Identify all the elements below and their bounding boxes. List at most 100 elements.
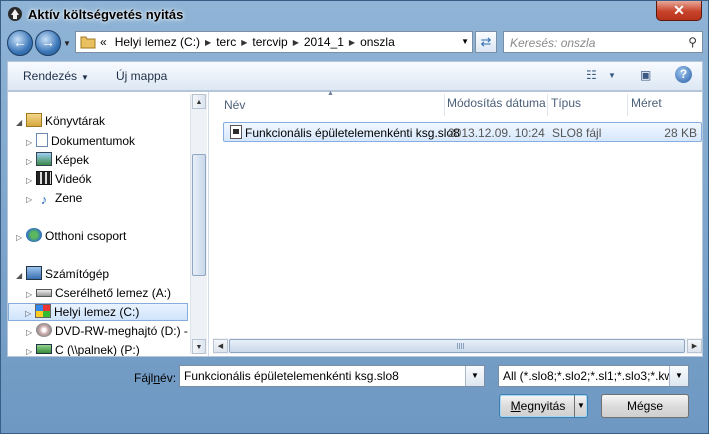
chevron-down-icon: ▼: [81, 73, 89, 82]
collapsed-arrow-icon[interactable]: ▷: [26, 134, 36, 152]
file-row[interactable]: Funkcionális épületelemenkénti ksg.slo8 …: [223, 122, 702, 142]
search-icon[interactable]: ⚲: [688, 35, 697, 49]
breadcrumb-chevron-icon[interactable]: ▶: [348, 38, 356, 47]
new-folder-button[interactable]: Új mappa: [116, 69, 167, 83]
collapsed-arrow-icon[interactable]: ▷: [26, 191, 36, 209]
tree-item-videos[interactable]: ▷ Videók: [26, 170, 91, 188]
help-icon[interactable]: ?: [675, 66, 692, 83]
address-dropdown-icon[interactable]: ▼: [461, 37, 469, 46]
address-bar[interactable]: « Helyi lemez (C:) ▶ terc ▶ tercvip ▶ 20…: [75, 31, 473, 53]
breadcrumb-local-disk[interactable]: Helyi lemez (C:): [111, 35, 204, 49]
navigation-pane[interactable]: ◢ Könyvtárak ▷ Dokumentumok ▷ Képek ▷ Videók…: [8, 92, 209, 356]
breadcrumb-chevron-icon[interactable]: ▶: [240, 38, 248, 47]
dvd-icon: [36, 323, 52, 337]
collapsed-arrow-icon[interactable]: ▷: [26, 286, 36, 304]
file-list[interactable]: ▲ Név Módosítás dátuma Típus Méret Funkc…: [209, 90, 702, 356]
drive-icon: [36, 289, 52, 297]
filename-input[interactable]: Funkcionális épületelemenkénti ksg.slo8 …: [179, 365, 485, 387]
scroll-right-icon[interactable]: ▶: [687, 339, 702, 353]
scroll-thumb[interactable]: [192, 154, 206, 276]
tree-item-documents[interactable]: ▷ Dokumentumok: [26, 132, 135, 150]
scroll-left-icon[interactable]: ◀: [213, 339, 228, 353]
breadcrumb-onszla[interactable]: onszla: [356, 35, 399, 49]
tree-item-local-disk[interactable]: ▷ Helyi lemez (C:): [8, 303, 188, 321]
scroll-down-icon[interactable]: ▼: [192, 339, 206, 354]
filename-label: Fájlnév:: [134, 371, 177, 385]
tree-item-network-drive[interactable]: ▷ C (\\palnek) (P:): [26, 341, 140, 356]
tree-label: C (\\palnek) (P:): [55, 343, 140, 356]
column-divider[interactable]: [444, 94, 445, 116]
open-label: Megnyitás: [510, 399, 566, 413]
close-icon: ✕: [673, 2, 685, 18]
collapsed-arrow-icon[interactable]: ▷: [26, 343, 36, 356]
arrow-left-icon: ←: [13, 34, 27, 50]
view-dropdown-icon[interactable]: ▼: [608, 71, 616, 80]
browser-area: ◢ Könyvtárak ▷ Dokumentumok ▷ Képek ▷ Videók…: [7, 90, 703, 357]
title-bar[interactable]: Aktív költségvetés nyitás ✕: [1, 1, 708, 29]
expanded-arrow-icon[interactable]: ◢: [16, 114, 26, 132]
refresh-icon: ⇄: [480, 34, 492, 49]
documents-icon: [36, 133, 48, 147]
cancel-button[interactable]: Mégse: [601, 394, 689, 418]
breadcrumb-2014-1[interactable]: 2014_1: [300, 35, 348, 49]
grip-icon: [457, 343, 465, 349]
collapsed-arrow-icon[interactable]: ▷: [16, 229, 26, 247]
breadcrumb-terc[interactable]: terc: [212, 35, 240, 49]
column-divider[interactable]: [627, 94, 628, 116]
scroll-up-icon[interactable]: ▲: [192, 94, 206, 109]
scroll-thumb[interactable]: [229, 339, 685, 353]
command-bar: Rendezés ▼ Új mappa ☷ ▼ ▣ ?: [7, 61, 703, 91]
libraries-icon: [26, 113, 42, 127]
tree-item-pictures[interactable]: ▷ Képek: [26, 151, 89, 169]
tree-item-removable-disk[interactable]: ▷ Cserélhető lemez (A:): [26, 284, 171, 302]
column-divider[interactable]: [547, 94, 548, 116]
refresh-button[interactable]: ⇄: [475, 31, 497, 53]
breadcrumb-chevron-icon[interactable]: ▶: [292, 38, 300, 47]
tree-item-homegroup[interactable]: ▷ Otthoni csoport: [16, 227, 126, 245]
column-header-modified[interactable]: Módosítás dátuma: [447, 96, 546, 110]
forward-button[interactable]: →: [35, 30, 61, 56]
collapsed-arrow-icon[interactable]: ▷: [26, 153, 36, 171]
view-options-icon[interactable]: ☷: [586, 68, 597, 82]
column-header-name[interactable]: Név: [224, 98, 245, 112]
file-type: SLO8 fájl: [552, 126, 602, 140]
tree-label: Dokumentumok: [51, 134, 136, 148]
expanded-arrow-icon[interactable]: ◢: [16, 267, 26, 285]
preview-pane-icon[interactable]: ▣: [640, 68, 651, 82]
organize-button[interactable]: Rendezés ▼: [23, 69, 89, 83]
breadcrumb-tercvip[interactable]: tercvip: [248, 35, 291, 49]
organize-label: Rendezés: [23, 69, 78, 83]
pictures-icon: [36, 152, 52, 166]
file-name: Funkcionális épületelemenkénti ksg.slo8: [245, 126, 460, 140]
music-icon: ♪: [40, 192, 48, 207]
file-type-filter[interactable]: All (*.slo8;*.slo2;*.sl1;*.slo3;*.kw2 ▼: [498, 365, 689, 387]
nav-scrollbar[interactable]: ▲ ▼: [190, 94, 207, 354]
close-button[interactable]: ✕: [656, 1, 702, 21]
address-overflow[interactable]: «: [96, 35, 111, 49]
open-button[interactable]: Megnyitás ▼: [499, 394, 588, 418]
sort-ascending-icon: ▲: [327, 90, 334, 97]
app-icon: [8, 7, 22, 21]
file-list-hscrollbar[interactable]: ◀ ▶: [213, 338, 702, 354]
tree-item-dvd-drive[interactable]: ▷ DVD-RW-meghajtó (D:) - te: [26, 322, 201, 340]
tree-item-computer[interactable]: ◢ Számítógép: [16, 265, 109, 283]
file-open-dialog: Aktív költségvetés nyitás ✕ ← → ▼ « Hely…: [0, 0, 709, 434]
filename-value: Funkcionális épületelemenkénti ksg.slo8: [184, 369, 399, 383]
tree-label: Otthoni csoport: [45, 229, 127, 243]
collapsed-arrow-icon[interactable]: ▷: [26, 172, 36, 190]
chevron-down-icon[interactable]: ▼: [465, 366, 484, 386]
tree-item-libraries[interactable]: ◢ Könyvtárak: [16, 112, 105, 130]
search-input[interactable]: Keresés: onszla ⚲: [503, 31, 703, 53]
tree-label: Videók: [55, 172, 92, 186]
chevron-down-icon[interactable]: ▼: [574, 395, 587, 417]
tree-item-music[interactable]: ▷ ♪ Zene: [26, 189, 82, 207]
collapsed-arrow-icon[interactable]: ▷: [25, 306, 35, 322]
recent-pages-dropdown[interactable]: ▼: [63, 39, 71, 48]
folder-icon: [80, 36, 96, 49]
breadcrumb-chevron-icon[interactable]: ▶: [204, 38, 212, 47]
chevron-down-icon[interactable]: ▼: [669, 366, 688, 386]
column-header-type[interactable]: Típus: [551, 96, 581, 110]
column-header-size[interactable]: Méret: [631, 96, 662, 110]
back-button[interactable]: ←: [7, 30, 33, 56]
collapsed-arrow-icon[interactable]: ▷: [26, 324, 36, 342]
